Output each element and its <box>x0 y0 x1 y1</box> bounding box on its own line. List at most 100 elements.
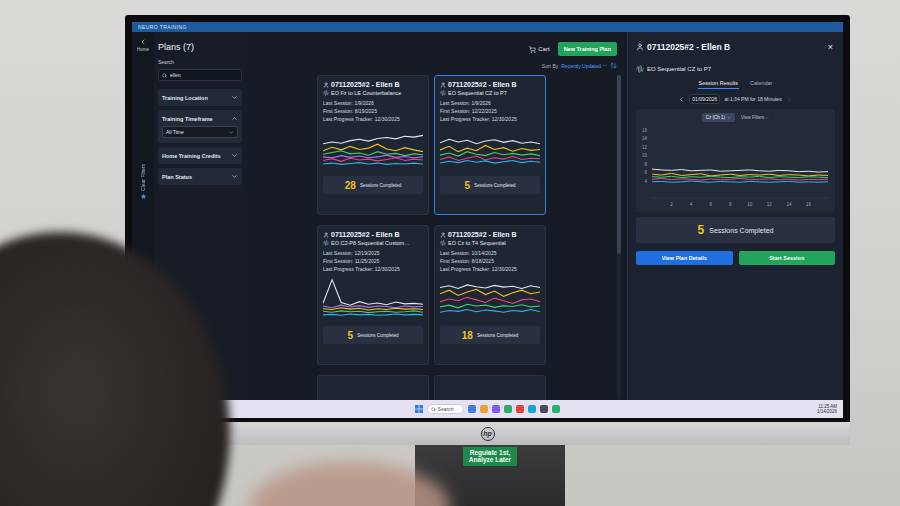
detail-tabs: Session Results Calendar <box>636 78 835 89</box>
filter-group[interactable]: Training Timeframe All Time <box>158 110 242 143</box>
home-link[interactable]: Home <box>137 47 149 52</box>
windows-icon[interactable] <box>415 405 423 413</box>
search-icon <box>162 73 167 78</box>
filter-group-header[interactable]: Plan Status <box>162 173 238 180</box>
app-icon[interactable] <box>540 405 548 413</box>
card-client: 07112025#2 - Ellen B <box>323 231 423 238</box>
cart-link[interactable]: Cart <box>529 46 549 53</box>
mini-chart <box>440 127 540 171</box>
card-plan: EO Fz to LE Counterbalance <box>323 90 423 96</box>
scroll-thumb[interactable] <box>617 75 621 254</box>
detail-actions: View Plan Details Start Session <box>636 251 835 265</box>
card-plan: EO C2-P8 Sequential Custom… <box>323 240 423 246</box>
plan-card[interactable]: 07112025#2 - Ellen B EO C2-P8 Sequential … <box>317 225 429 365</box>
chevron-down-icon <box>602 63 607 68</box>
series-line <box>440 156 540 160</box>
clear-filters[interactable]: Clear Filters <box>140 164 146 199</box>
taskbar-apps: Search <box>415 404 561 414</box>
x-tick: 2 <box>670 202 673 207</box>
channel-select[interactable]: Cz (Ch 1) <box>702 113 735 122</box>
back-icon[interactable] <box>139 38 147 46</box>
sort-order-icon[interactable] <box>610 62 617 69</box>
session-date[interactable]: 01/09/2026 <box>689 94 720 104</box>
view-filters[interactable]: View Filters <box>741 115 769 120</box>
waveform-icon <box>440 90 446 96</box>
plan-card[interactable]: 07112025#2 - Ellen BEO Sequential CZ to … <box>434 75 546 215</box>
series-line <box>323 308 423 310</box>
card-plan: EO Sequential CZ to P7 <box>440 90 540 96</box>
plan-card[interactable]: 07112025#2 - Ellen BEO Cz to T4 Sequenti… <box>434 225 546 365</box>
sort-select[interactable]: Recently Updated <box>561 63 607 69</box>
taskbar: Search 11:25 AM1/14/2026 <box>132 400 843 418</box>
chart-wrap <box>440 127 540 171</box>
app-icon[interactable] <box>552 405 560 413</box>
user-icon <box>323 82 329 88</box>
last-session: Last Session: 1/9/2026 <box>440 100 540 106</box>
detail-panel: 07112025#2 - Ellen B×EO Sequential CZ to… <box>627 32 843 400</box>
panel-title: Plans (7) <box>158 42 242 52</box>
prev-icon[interactable] <box>678 96 685 103</box>
action-button[interactable]: View Plan Details <box>636 251 733 265</box>
new-plan-button[interactable]: New Training Plan <box>558 42 617 56</box>
clock[interactable]: 11:25 AM1/14/2026 <box>817 404 837 415</box>
filter-group[interactable]: Plan Status <box>158 168 242 185</box>
user-icon <box>636 43 644 51</box>
app-icon[interactable] <box>528 405 536 413</box>
first-session: First Session: 8/18/2025 <box>440 258 540 264</box>
app-icon[interactable] <box>516 405 524 413</box>
header-actions: Cart New Training Plan <box>529 42 617 56</box>
x-tick: 12 <box>766 202 772 207</box>
series-line <box>652 181 828 182</box>
first-session: First Session: 12/22/2025 <box>440 108 540 114</box>
plan-card[interactable] <box>317 375 429 400</box>
tab[interactable]: Calendar <box>749 78 773 89</box>
monitor-bezel: NEURO TRAININGHomeClear FiltersPlans (7)… <box>125 15 850 422</box>
main-header: CartNew Training PlanSort ByRecently Upd… <box>252 42 621 69</box>
plan-card[interactable]: 07112025#2 - Ellen BEO Fz to LE Counterb… <box>317 75 429 215</box>
sessions-box: 5Sessions Completed <box>323 326 423 344</box>
last-tracker: Last Progress Tracker: 12/30/2025 <box>440 266 540 272</box>
app-icon[interactable] <box>468 405 476 413</box>
taskbar-search[interactable]: Search <box>427 404 465 414</box>
action-button[interactable]: Start Session <box>739 251 836 265</box>
series-line <box>323 144 423 151</box>
app-icon[interactable] <box>480 405 488 413</box>
waveform-icon <box>323 90 329 96</box>
tab[interactable]: Session Results <box>698 78 739 89</box>
plan-card[interactable] <box>434 375 546 400</box>
clear-filters-label[interactable]: Clear Filters <box>140 164 146 191</box>
filter-group[interactable]: Home Training Credits <box>158 147 242 164</box>
filter-group-header[interactable]: Training Location <box>162 94 238 101</box>
chevron-down-icon <box>229 130 234 135</box>
chevron-down-icon <box>727 116 731 120</box>
next-icon[interactable] <box>786 96 793 103</box>
card-area: 07112025#2 - Ellen B EO Fz to LE Counterb… <box>252 75 621 400</box>
plan-grid: 07112025#2 - Ellen B EO Fz to LE Counterb… <box>252 75 611 400</box>
sessions-box: 5Sessions Completed <box>440 176 540 194</box>
series-line <box>652 178 828 180</box>
last-tracker: Last Progress Tracker: 12/30/2025 <box>440 116 540 122</box>
filter-group[interactable]: Training Location <box>158 89 242 106</box>
filter-group-header[interactable]: Home Training Credits <box>162 152 238 159</box>
chevron-down-icon[interactable] <box>231 152 238 159</box>
y-tick: 10 <box>641 153 647 158</box>
filter-group-header[interactable]: Training Timeframe <box>162 115 238 122</box>
series-line <box>323 155 423 158</box>
chevron-down-icon[interactable] <box>231 173 238 180</box>
series-line <box>323 305 423 308</box>
user-icon <box>323 232 329 238</box>
scrollbar[interactable] <box>617 75 621 400</box>
app-icon[interactable] <box>504 405 512 413</box>
y-tick: 14 <box>641 136 647 141</box>
cart-icon[interactable] <box>529 46 536 53</box>
chevron-down-icon[interactable] <box>231 94 238 101</box>
sessions-label: Sessions Completed <box>360 183 401 188</box>
chevron-up-icon[interactable] <box>231 115 238 122</box>
sessions-label: Sessions Completed <box>474 183 515 188</box>
search-field[interactable]: ellen <box>158 69 242 81</box>
timeframe-select[interactable]: All Time <box>162 126 238 138</box>
close-button[interactable]: × <box>826 42 835 52</box>
sessions-label: Sessions Completed <box>709 227 773 234</box>
search-label: Search <box>158 59 242 65</box>
app-icon[interactable] <box>492 405 500 413</box>
